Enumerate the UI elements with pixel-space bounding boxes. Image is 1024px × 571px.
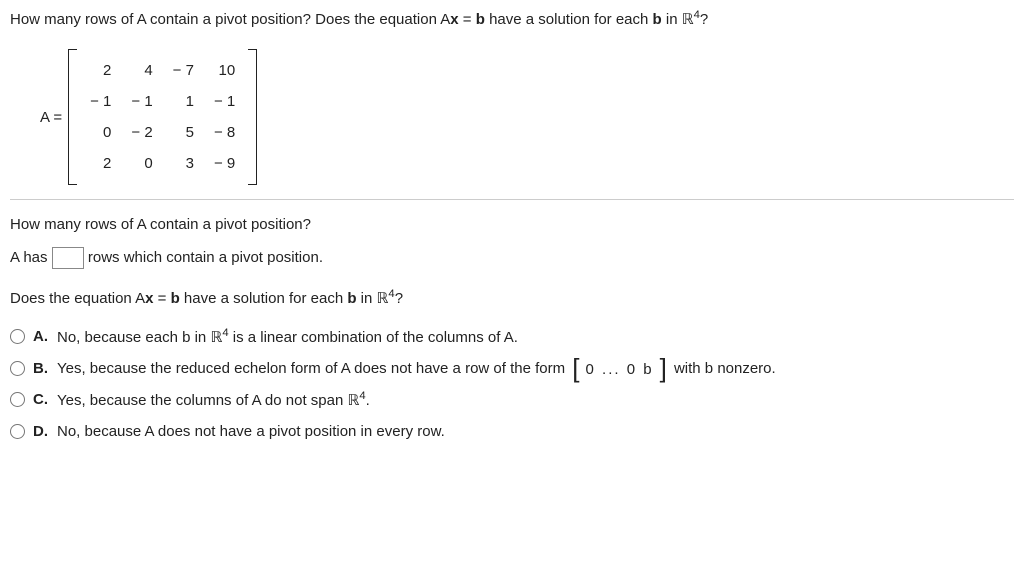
matrix-cell: − 1	[204, 86, 245, 117]
header-bold-b2: b	[653, 11, 662, 28]
subq2-in: in	[357, 290, 377, 307]
matrix-cell: 4	[121, 55, 162, 86]
radio-d[interactable]	[10, 424, 25, 439]
header-eq: =	[459, 11, 476, 28]
matrix-cell: 1	[163, 86, 204, 117]
header-text-b: have a solution for each	[485, 11, 653, 28]
matrix-cell: 2	[80, 148, 121, 179]
matrix-cell: − 9	[204, 148, 245, 179]
matrix-A: 2 4 − 7 10 − 1 − 1 1 − 1 0 − 2 5 − 8 2 0…	[68, 49, 257, 185]
choice-text-a: No, because each b in ℝ4 is a linear com…	[57, 326, 1014, 349]
header-q: ?	[700, 11, 708, 28]
choice-c[interactable]: C. Yes, because the columns of A do not …	[10, 389, 1014, 412]
subq2-b: b	[171, 290, 180, 307]
bracket-right-icon: ]	[660, 358, 667, 378]
subq2-txt: have a solution for each	[180, 290, 348, 307]
table-row: 0 − 2 5 − 8	[80, 117, 245, 148]
choice-label-c: C.	[33, 389, 51, 410]
choice-d-pre: No, because A does not have a pivot posi…	[57, 423, 445, 440]
choice-a-post: is a linear combination of the columns o…	[229, 329, 518, 346]
divider	[10, 199, 1014, 200]
matrix-equation: A = 2 4 − 7 10 − 1 − 1 1 − 1 0 − 2 5 − 8	[40, 49, 1014, 185]
subq2-b2: b	[347, 290, 356, 307]
choice-b-pre: Yes, because the reduced echelon form of…	[57, 360, 569, 377]
radio-a[interactable]	[10, 329, 25, 344]
matrix-cell: − 2	[121, 117, 162, 148]
header-R: ℝ	[682, 12, 694, 28]
matrix-label: A =	[40, 107, 62, 128]
pivot-rows-input[interactable]	[52, 247, 84, 269]
subq2-R: ℝ	[377, 291, 389, 307]
choice-text-c: Yes, because the columns of A do not spa…	[57, 389, 1014, 412]
subq2-a: Does the equation A	[10, 290, 145, 307]
header-bold-x: x	[450, 11, 458, 28]
matrix-cell: − 1	[80, 86, 121, 117]
subq2-eq: =	[153, 290, 170, 307]
matrix-cell: 0	[121, 148, 162, 179]
fill-post: rows which contain a pivot position.	[84, 249, 323, 266]
matrix-cell: 2	[80, 55, 121, 86]
question-header: How many rows of A contain a pivot posit…	[10, 8, 1014, 31]
subq2-q: ?	[395, 290, 403, 307]
sub-question-2: Does the equation Ax = b have a solution…	[10, 287, 1014, 310]
choice-label-d: D.	[33, 421, 51, 442]
matrix-cell: − 8	[204, 117, 245, 148]
radio-b[interactable]	[10, 361, 25, 376]
choice-a-pre: No, because each b in	[57, 329, 210, 346]
table-row: − 1 − 1 1 − 1	[80, 86, 245, 117]
row-vector: [0 ... 0 b]	[572, 359, 667, 380]
choice-d[interactable]: D. No, because A does not have a pivot p…	[10, 421, 1014, 442]
matrix-cell: 3	[163, 148, 204, 179]
rowvec-inner: 0 ... 0 b	[580, 359, 660, 380]
choices: A. No, because each b in ℝ4 is a linear …	[10, 326, 1014, 442]
choice-label-a: A.	[33, 326, 51, 347]
matrix-cell: 5	[163, 117, 204, 148]
choice-text-d: No, because A does not have a pivot posi…	[57, 421, 1014, 442]
header-text-a: How many rows of A contain a pivot posit…	[10, 11, 450, 28]
matrix-cell: − 1	[121, 86, 162, 117]
fill-pre: A has	[10, 249, 52, 266]
choice-a[interactable]: A. No, because each b in ℝ4 is a linear …	[10, 326, 1014, 349]
choice-a-R: ℝ	[210, 330, 222, 346]
choice-label-b: B.	[33, 358, 51, 379]
header-in: in	[662, 11, 682, 28]
matrix-table: 2 4 − 7 10 − 1 − 1 1 − 1 0 − 2 5 − 8 2 0…	[80, 55, 245, 179]
choice-b[interactable]: B. Yes, because the reduced echelon form…	[10, 358, 1014, 380]
matrix-cell: 0	[80, 117, 121, 148]
matrix-cell: − 7	[163, 55, 204, 86]
choice-b-post: with b nonzero.	[670, 360, 776, 377]
choice-c-post: .	[366, 392, 370, 409]
fill-in-row: A has rows which contain a pivot positio…	[10, 247, 1014, 269]
bracket-left-icon: [	[572, 358, 579, 378]
table-row: 2 4 − 7 10	[80, 55, 245, 86]
header-bold-b: b	[476, 11, 485, 28]
choice-text-b: Yes, because the reduced echelon form of…	[57, 358, 1014, 380]
choice-c-R: ℝ	[348, 393, 360, 409]
choice-c-pre: Yes, because the columns of A do not spa…	[57, 392, 348, 409]
sub-question-1: How many rows of A contain a pivot posit…	[10, 214, 1014, 235]
matrix-cell: 10	[204, 55, 245, 86]
table-row: 2 0 3 − 9	[80, 148, 245, 179]
radio-c[interactable]	[10, 392, 25, 407]
